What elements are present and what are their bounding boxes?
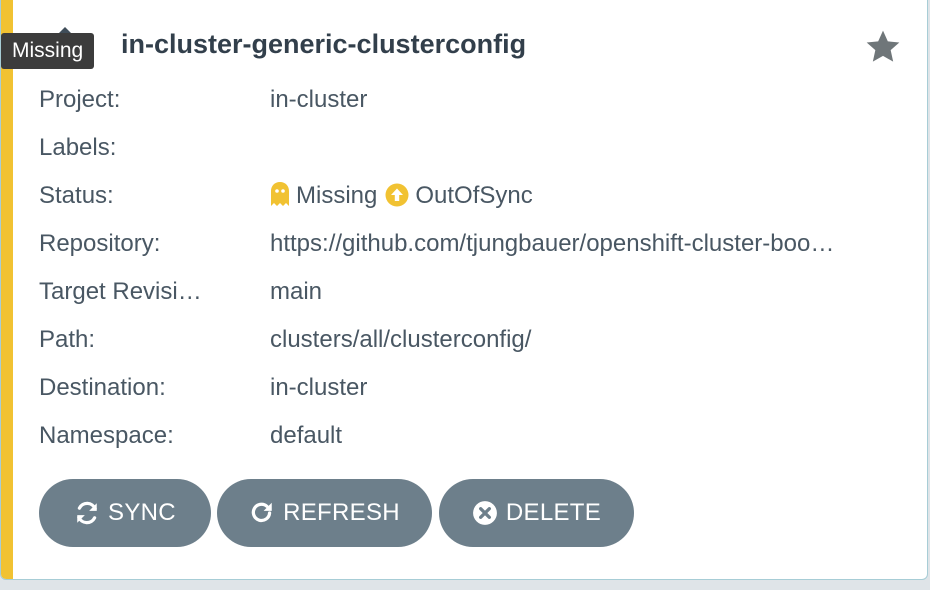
path-row: Path: clusters/all/clusterconfig/ [39, 324, 909, 356]
target-revision-label: Target Revisi… [39, 278, 202, 305]
status-value: Missing OutOfSync [270, 180, 897, 212]
project-value: in-cluster [270, 86, 368, 113]
target-revision-row: Target Revisi… main [39, 276, 909, 308]
status-label: Status: [39, 182, 114, 209]
destination-value: in-cluster [270, 374, 368, 401]
sync-button-label: SYNC [108, 499, 176, 526]
sync-icon [77, 501, 97, 525]
refresh-button[interactable]: REFRESH [217, 479, 432, 547]
target-revision-value: main [270, 278, 323, 305]
arrow-up-circle-icon [385, 183, 409, 207]
application-title[interactable]: in-cluster-generic-clusterconfig [121, 29, 526, 60]
namespace-value: default [270, 422, 343, 449]
delete-button-label: DELETE [505, 499, 602, 526]
application-card[interactable]: Missing in-cluster-generic-clusterconfig… [0, 0, 928, 580]
project-label: Project: [39, 86, 121, 113]
refresh-icon [251, 502, 272, 523]
health-tooltip: Missing [1, 33, 95, 69]
repository-label: Repository: [39, 230, 161, 257]
favorite-star-icon[interactable] [863, 27, 903, 67]
repository-row: Repository: https://github.com/tjungbaue… [39, 228, 909, 260]
status-accent-bar [1, 0, 13, 579]
health-status-text: Missing [296, 182, 378, 209]
namespace-row: Namespace: default [39, 420, 909, 452]
destination-row: Destination: in-cluster [39, 372, 909, 404]
labels-row: Labels: [39, 132, 909, 164]
sync-button[interactable]: SYNC [39, 479, 211, 547]
path-value: clusters/all/clusterconfig/ [270, 326, 532, 353]
path-label: Path: [39, 326, 96, 353]
delete-button[interactable]: DELETE [439, 479, 634, 547]
namespace-label: Namespace: [39, 422, 174, 449]
ghost-icon [271, 182, 289, 206]
labels-label: Labels: [39, 134, 117, 161]
sync-status-text: OutOfSync [415, 182, 533, 209]
destination-label: Destination: [39, 374, 166, 401]
delete-icon [472, 501, 497, 525]
refresh-button-label: REFRESH [283, 499, 400, 526]
repository-value: https://github.com/tjungbauer/openshift-… [270, 230, 835, 257]
project-row: Project: in-cluster [39, 84, 909, 116]
status-row: Status: Missing OutOfSync [39, 180, 909, 212]
